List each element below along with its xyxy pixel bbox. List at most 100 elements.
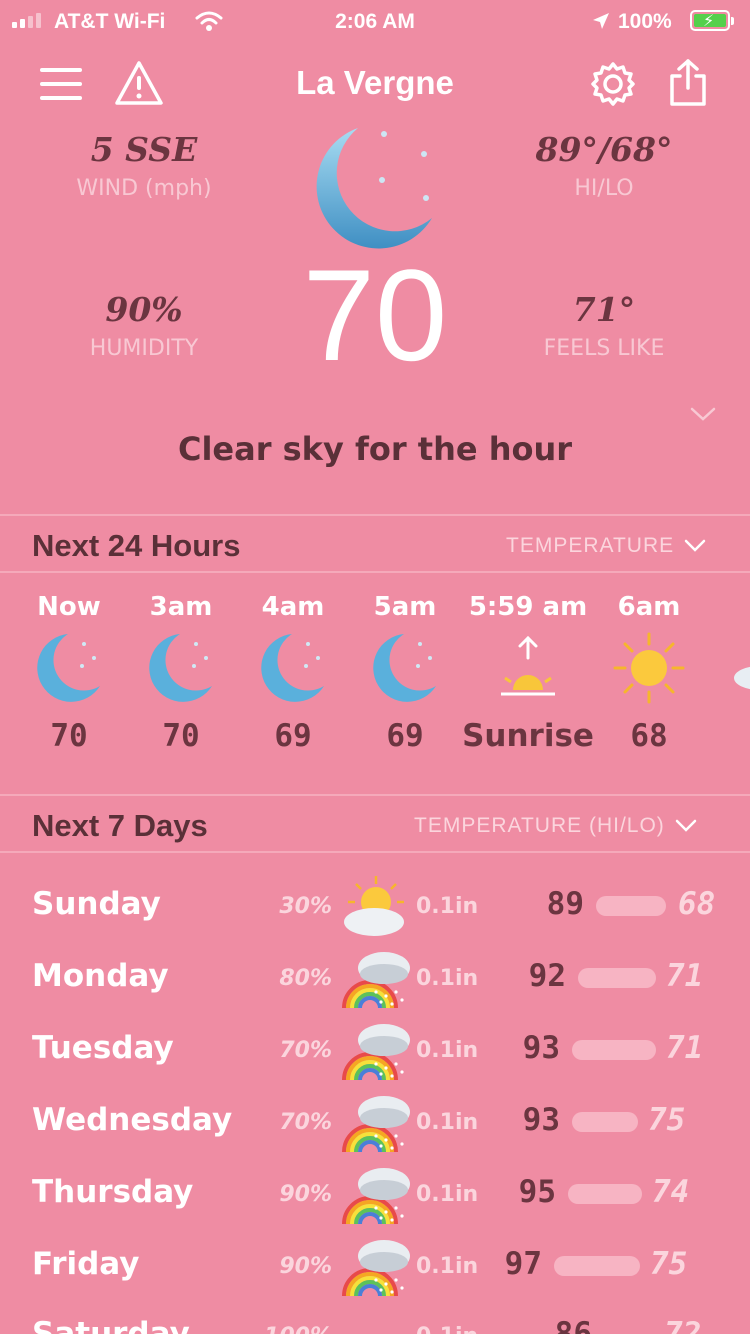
- chevron-down-icon: [684, 539, 706, 552]
- high-temp: 92: [528, 958, 566, 994]
- hilo-label: HI/LO: [574, 176, 634, 201]
- hourly-section-title: Next 24 Hours: [32, 528, 241, 563]
- temp-range-bar: [568, 1184, 642, 1204]
- low-temp: 68: [678, 886, 716, 922]
- high-temp: 93: [522, 1102, 560, 1138]
- precip-amount: 0.1in: [416, 1110, 479, 1135]
- hour-value: 6: [706, 718, 750, 754]
- hour-value: 70: [50, 718, 88, 754]
- daily-section-title: Next 7 Days: [32, 808, 208, 843]
- day-name: Tuesday: [32, 1030, 174, 1066]
- sunrise-icon: [501, 635, 555, 696]
- current-temperature: 70: [302, 242, 448, 388]
- day-name: Monday: [32, 958, 169, 994]
- rainbow-rain-icon: [342, 1168, 410, 1225]
- precip-chance: 90%: [279, 1182, 332, 1207]
- hour-item: 7 6: [706, 592, 750, 754]
- precip-amount: 0.1in: [416, 966, 479, 991]
- chevron-down-icon: [675, 819, 697, 832]
- high-temp: 95: [518, 1174, 556, 1210]
- daily-metric-label: TEMPERATURE (HI/LO): [414, 814, 665, 837]
- hour-value: 68: [630, 718, 668, 754]
- high-temp: 97: [504, 1246, 542, 1282]
- day-name: Wednesday: [32, 1102, 233, 1138]
- rainbow-rain-icon: [342, 1024, 410, 1081]
- hour-item: 4am 69: [238, 592, 348, 754]
- high-temp: 86: [554, 1316, 592, 1334]
- precip-chance: 80%: [279, 966, 332, 991]
- moon-icon: [37, 634, 100, 702]
- hour-time: 4am: [261, 592, 325, 622]
- day-name: Saturday: [32, 1316, 190, 1334]
- divider: [0, 794, 750, 796]
- hour-time: Now: [37, 592, 101, 622]
- rainbow-rain-icon: [342, 952, 410, 1009]
- moon-icon: [373, 634, 436, 702]
- day-row-friday[interactable]: Friday 90% 0.1in 97 75: [0, 1240, 750, 1318]
- moon-icon: [149, 634, 212, 702]
- temp-range-bar: [596, 896, 666, 916]
- settings-gear-icon[interactable]: [589, 60, 637, 108]
- hour-time: 6am: [617, 592, 681, 622]
- low-temp: 75: [648, 1102, 686, 1138]
- low-temp: 71: [666, 1030, 704, 1066]
- day-name: Sunday: [32, 886, 161, 922]
- feels-like-label: FEELS LIKE: [543, 336, 665, 361]
- location-title: La Vergne: [296, 64, 454, 101]
- temp-range-bar: [572, 1040, 656, 1060]
- low-temp: 71: [666, 958, 704, 994]
- rainbow-rain-icon: [342, 1240, 410, 1297]
- hour-item: 3am 70: [126, 592, 236, 754]
- precip-chance: 30%: [279, 894, 332, 919]
- hour-value: 69: [386, 718, 424, 754]
- hourly-metric-selector[interactable]: TEMPERATURE: [506, 534, 706, 558]
- precip-chance: 90%: [279, 1254, 332, 1279]
- divider: [0, 514, 750, 516]
- divider: [0, 571, 750, 573]
- hourly-strip[interactable]: Now 70 3am 70 4am 69 5am 69 5:59 am Sunr…: [14, 592, 750, 772]
- high-temp: 89: [546, 886, 584, 922]
- hourly-metric-label: TEMPERATURE: [506, 534, 675, 557]
- hour-value: 69: [274, 718, 312, 754]
- wind-label: WIND (mph): [76, 176, 212, 201]
- hour-item: Now 70: [14, 592, 124, 754]
- day-name: Friday: [32, 1246, 140, 1282]
- divider: [0, 851, 750, 853]
- precip-chance: 70%: [279, 1110, 332, 1135]
- battery-percent: 100%: [618, 10, 672, 33]
- hour-time: 5:59 am: [468, 592, 588, 622]
- precip-chance: 70%: [279, 1038, 332, 1063]
- daily-metric-selector[interactable]: TEMPERATURE (HI/LO): [414, 814, 697, 838]
- low-temp: 75: [650, 1246, 688, 1282]
- temp-range-bar: [572, 1112, 638, 1132]
- humidity-value: 90%: [105, 290, 183, 329]
- partly-cloudy-icon: [734, 666, 750, 690]
- share-icon[interactable]: [668, 58, 708, 108]
- precip-amount: 0.1in: [416, 1254, 479, 1279]
- sun-icon: [613, 632, 685, 704]
- location-arrow-icon: [593, 13, 609, 29]
- precip-amount: 0.1in: [416, 1324, 478, 1334]
- hour-summary: Clear sky for the hour: [177, 430, 573, 468]
- hour-value: 70: [162, 718, 200, 754]
- hilo-value: 89°/68°: [535, 130, 673, 169]
- precip-amount: 0.1in: [416, 894, 479, 919]
- day-name: Thursday: [32, 1174, 194, 1210]
- hour-time: 5am: [373, 592, 437, 622]
- temp-range-bar: [554, 1256, 640, 1276]
- hour-item: 5:59 am Sunrise: [462, 592, 594, 754]
- hour-time: 3am: [149, 592, 213, 622]
- hour-item: 6am 68: [594, 592, 704, 754]
- moon-stars-icon: [316, 128, 432, 249]
- day-row-saturday[interactable]: Saturday 100% 0.1in 86 72: [0, 1314, 750, 1334]
- wind-value: 5 SSE: [90, 130, 198, 169]
- precip-amount: 0.1in: [416, 1182, 479, 1207]
- hour-time: 7: [706, 592, 750, 632]
- hour-value: Sunrise: [462, 718, 594, 754]
- expand-chevron-icon[interactable]: [690, 406, 716, 422]
- feels-like-value: 71°: [572, 290, 636, 329]
- high-temp: 93: [522, 1030, 560, 1066]
- battery-icon: ⚡: [690, 10, 734, 31]
- rainbow-rain-icon: [342, 1096, 410, 1153]
- low-temp: 74: [652, 1174, 690, 1210]
